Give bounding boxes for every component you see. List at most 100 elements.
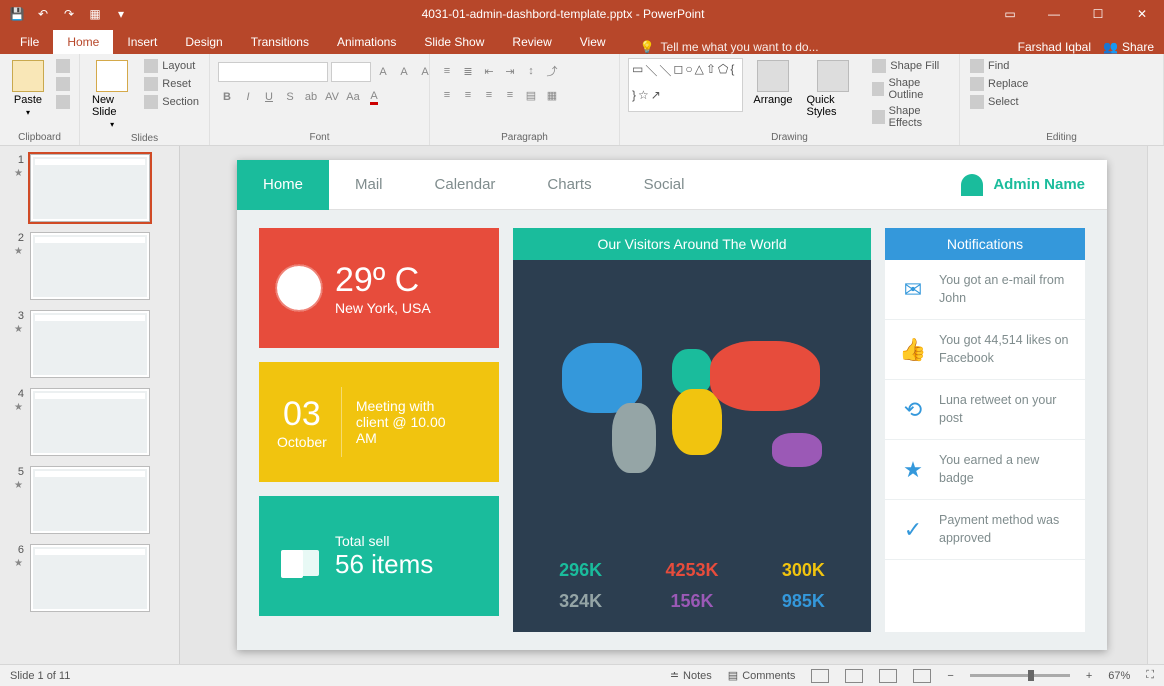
columns-button[interactable]: ▤ [522,86,540,104]
shapes-gallery[interactable]: ▭＼＼◻○△⇧⬠{}☆↗ [628,58,743,112]
tab-view[interactable]: View [566,30,620,54]
shape-outline-button[interactable]: Shape Outline [870,76,951,102]
tab-review[interactable]: Review [498,30,565,54]
slide-content[interactable]: Home Mail Calendar Charts Social Admin N… [237,160,1107,650]
dash-tab-social[interactable]: Social [618,160,711,210]
thumbnail-4[interactable]: 4★ [14,388,165,456]
align-left-button[interactable]: ≡ [438,86,456,104]
decrease-indent-button[interactable]: ⇤ [480,62,498,80]
continent-asia [710,341,820,411]
weather-location: New York, USA [335,300,431,316]
align-right-button[interactable]: ≡ [480,86,498,104]
font-size-select[interactable] [331,62,371,82]
close-icon[interactable]: ✕ [1120,0,1164,28]
tab-design[interactable]: Design [171,30,236,54]
new-slide-icon [96,60,128,92]
smartart-button[interactable]: ▦ [543,86,561,104]
visitor-stats: 296K 4253K 300K 324K 156K 985K [513,546,871,632]
shape-fill-button[interactable]: Shape Fill [870,58,951,74]
tab-transitions[interactable]: Transitions [237,30,323,54]
user-name[interactable]: Farshad Iqbal [1018,40,1091,54]
zoom-slider[interactable] [970,674,1070,677]
dash-admin-user[interactable]: Admin Name [961,174,1107,196]
increase-font-icon[interactable]: A [374,63,392,81]
slideshow-view-icon[interactable] [913,669,931,683]
normal-view-icon[interactable] [811,669,829,683]
thumbnail-1[interactable]: 1★ [14,154,165,222]
window-title: 4031-01-admin-dashbord-template.pptx - P… [138,7,988,21]
dash-tab-mail[interactable]: Mail [329,160,409,210]
tab-home[interactable]: Home [53,30,113,54]
minimize-icon[interactable]: — [1032,0,1076,28]
find-button[interactable]: Find [968,58,1030,74]
tab-file[interactable]: File [6,30,53,54]
maximize-icon[interactable]: ☐ [1076,0,1120,28]
cut-button[interactable] [54,58,72,74]
increase-indent-button[interactable]: ⇥ [501,62,519,80]
dash-tab-charts[interactable]: Charts [521,160,617,210]
align-center-button[interactable]: ≡ [459,86,477,104]
justify-button[interactable]: ≡ [501,86,519,104]
slide-canvas[interactable]: Home Mail Calendar Charts Social Admin N… [180,146,1164,664]
underline-button[interactable]: U [260,88,278,106]
format-painter-button[interactable] [54,94,72,110]
text-direction-button[interactable]: ⤴ [543,62,561,80]
redo-icon[interactable]: ↷ [58,3,80,25]
paste-button[interactable]: Paste▾ [8,58,48,119]
layout-icon [144,59,158,73]
font-family-select[interactable] [218,62,328,82]
new-slide-button[interactable]: New Slide▾ [88,58,136,131]
save-icon[interactable]: 💾 [6,3,28,25]
bold-button[interactable]: B [218,88,236,106]
thumbnail-5[interactable]: 5★ [14,466,165,534]
decrease-font-icon[interactable]: A [395,63,413,81]
thumbnail-6[interactable]: 6★ [14,544,165,612]
change-case-button[interactable]: Aa [344,88,362,106]
fit-to-window-button[interactable]: ⛶ [1146,669,1154,682]
qat-more-icon[interactable]: ▾ [110,3,132,25]
tab-slideshow[interactable]: Slide Show [410,30,498,54]
section-button[interactable]: Section [142,94,201,110]
sorter-view-icon[interactable] [845,669,863,683]
layout-button[interactable]: Layout [142,58,201,74]
title-bar: 💾 ↶ ↷ ▦ ▾ 4031-01-admin-dashbord-templat… [0,0,1164,28]
share-button[interactable]: 👥Share [1103,40,1154,54]
tab-animations[interactable]: Animations [323,30,410,54]
reset-button[interactable]: Reset [142,76,201,92]
undo-icon[interactable]: ↶ [32,3,54,25]
comments-button[interactable]: ▤ Comments [728,669,796,682]
char-spacing-button[interactable]: AV [323,88,341,106]
notes-button[interactable]: ≐ Notes [670,669,712,682]
line-spacing-button[interactable]: ↕ [522,62,540,80]
replace-button[interactable]: Replace [968,76,1030,92]
meeting-card: 03 October Meeting with client @ 10.00 A… [259,362,499,482]
visitors-title: Our Visitors Around The World [513,228,871,260]
thumbnail-3[interactable]: 3★ [14,310,165,378]
italic-button[interactable]: I [239,88,257,106]
slide-counter[interactable]: Slide 1 of 11 [10,670,70,682]
bullets-button[interactable]: ≡ [438,62,456,80]
zoom-level[interactable]: 67% [1108,670,1130,682]
start-from-beginning-icon[interactable]: ▦ [84,3,106,25]
copy-button[interactable] [54,76,72,92]
numbering-button[interactable]: ≣ [459,62,477,80]
thumbnail-2[interactable]: 2★ [14,232,165,300]
arrange-button[interactable]: Arrange [749,58,796,108]
zoom-in-button[interactable]: + [1086,670,1092,682]
reading-view-icon[interactable] [879,669,897,683]
quick-styles-button[interactable]: Quick Styles [803,58,865,120]
zoom-out-button[interactable]: − [947,670,953,682]
tell-me-search[interactable]: 💡 Tell me what you want to do... [620,40,1008,54]
ribbon-options-icon[interactable]: ▭ [988,0,1032,28]
dash-tab-home[interactable]: Home [237,160,329,210]
share-icon: 👥 [1103,40,1118,54]
shape-effects-button[interactable]: Shape Effects [870,104,951,130]
shadow-button[interactable]: ab [302,88,320,106]
strikethrough-button[interactable]: S [281,88,299,106]
tab-insert[interactable]: Insert [113,30,171,54]
select-button[interactable]: Select [968,94,1030,110]
slide-thumbnails[interactable]: 1★ 2★ 3★ 4★ 5★ 6★ [0,146,180,664]
stat-4: 324K [537,591,624,612]
dash-tab-calendar[interactable]: Calendar [409,160,522,210]
font-color-button[interactable]: A [365,88,383,106]
